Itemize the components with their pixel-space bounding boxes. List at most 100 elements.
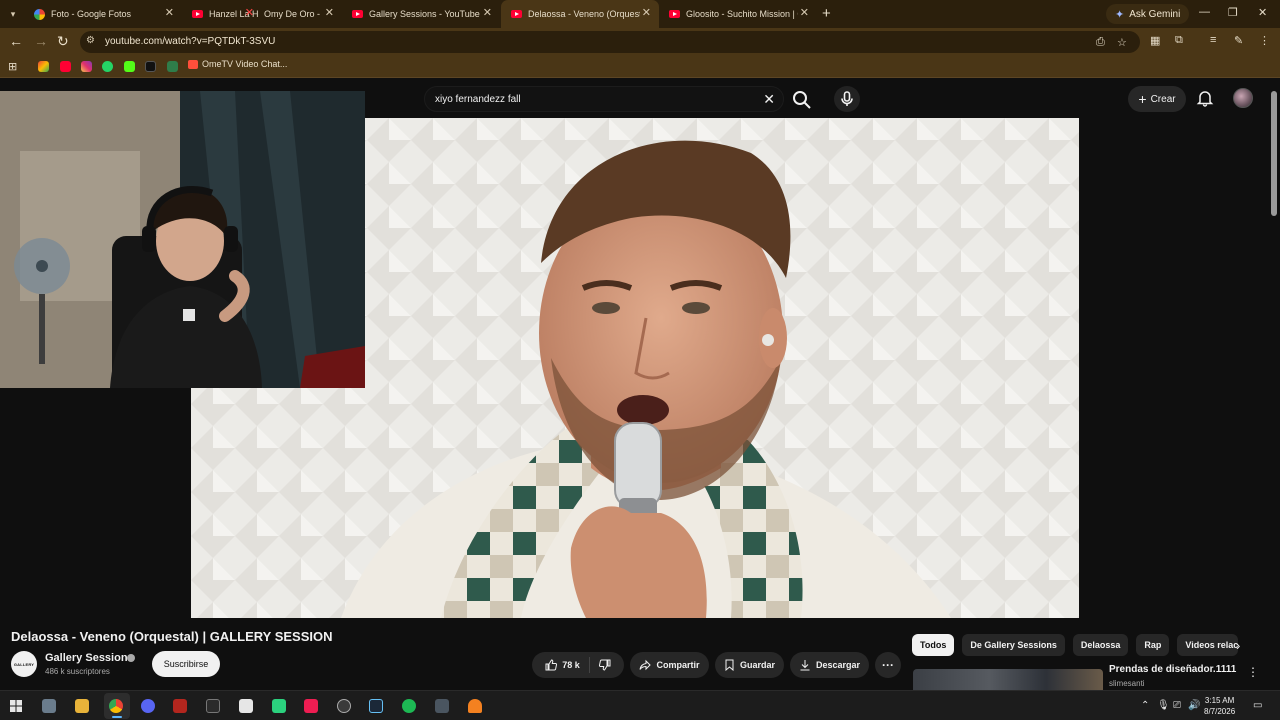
whatsapp-bookmark-icon[interactable] (102, 61, 113, 72)
streamer-facecam (0, 91, 365, 388)
account-avatar[interactable] (1233, 88, 1253, 108)
bookmark-icon[interactable] (167, 61, 178, 72)
recommendation-menu-icon[interactable]: ⋮ (1247, 665, 1259, 679)
subscribe-button[interactable]: Suscribirse (152, 651, 220, 677)
save-button[interactable]: Guardar (715, 652, 784, 678)
page-scrollbar[interactable] (1271, 91, 1277, 216)
gemini-icon: ✦ (1115, 8, 1125, 21)
plus-icon: + (1138, 91, 1147, 107)
extensions-icon[interactable]: ⧉ (1175, 34, 1183, 47)
close-icon[interactable]: ✕ (165, 8, 174, 19)
bookmark-ometv[interactable]: OmeTV Video Chat... (188, 59, 287, 69)
browser-menu-icon[interactable]: ⋮ (1259, 34, 1270, 47)
recommendation-thumbnail[interactable] (913, 669, 1103, 690)
instagram-bookmark-icon[interactable] (81, 61, 92, 72)
tab-title: Omy De Oro - (264, 9, 321, 19)
tiktok-live-icon[interactable] (304, 699, 318, 713)
thumbs-up-icon[interactable] (545, 659, 558, 671)
channel-name[interactable]: Gallery Sessions (45, 652, 134, 664)
restore-button[interactable]: ❐ (1228, 6, 1238, 19)
obs-icon[interactable] (337, 699, 351, 713)
chip-de-gallery-sessions[interactable]: De Gallery Sessions (962, 634, 1065, 656)
tab-hanzel[interactable]: Hanzel La H ✕ (182, 0, 262, 28)
bookmark-icon (725, 659, 734, 671)
bookmarks-bar: ⊞ OmeTV Video Chat... (0, 56, 1280, 78)
system-clock[interactable]: 3:15 AM 8/7/2026 (1204, 695, 1235, 717)
search-query: xiyo fernandezz fall (435, 94, 521, 105)
tiktok-bookmark-icon[interactable] (145, 61, 156, 72)
tray-overflow-icon[interactable]: ⌃ (1141, 700, 1149, 711)
file-explorer-icon[interactable] (75, 699, 89, 713)
steam-icon[interactable] (369, 699, 383, 713)
chrome-icon[interactable] (109, 699, 123, 713)
download-button[interactable]: Descargar (790, 652, 869, 678)
microphone-tray-icon[interactable]: 🎙 (1157, 700, 1170, 711)
capcut-icon[interactable] (239, 699, 253, 713)
close-window-button[interactable]: ✕ (1258, 6, 1267, 19)
chip-delaossa[interactable]: Delaossa (1072, 634, 1129, 656)
close-icon[interactable]: ✕ (483, 8, 492, 19)
bookmark-star-icon[interactable]: ☆ (1117, 36, 1127, 49)
ometv-icon (188, 59, 198, 69)
chip-videos-relacionados[interactable]: Videos relac (1177, 634, 1239, 656)
tab-search-icon[interactable]: ▾ (4, 5, 22, 23)
back-button[interactable]: ← (9, 33, 23, 49)
gmail-bookmark-icon[interactable] (38, 61, 49, 72)
close-icon[interactable]: ✕ (245, 8, 254, 19)
microphone-icon (841, 91, 853, 106)
tab-omy-de-oro[interactable]: Omy De Oro - ✕ (254, 0, 342, 28)
volume-icon[interactable]: 🔊 (1188, 700, 1200, 711)
recommendation-channel[interactable]: slimesanti (1109, 679, 1145, 688)
clear-search-icon[interactable]: ✕ (763, 91, 775, 108)
cloudflare-icon[interactable] (468, 699, 482, 713)
search-icon[interactable] (790, 88, 814, 112)
install-app-icon[interactable]: ⎙ (1096, 36, 1105, 49)
tab-delaossa-veneno[interactable]: Delaossa - Veneno (Orquestal) | ✕ (501, 0, 659, 28)
streamlabs-icon[interactable] (272, 699, 286, 713)
tab-gloosito[interactable]: Gloosito - Suchito Mission | GA ✕ (659, 0, 817, 28)
windows-start-icon[interactable] (10, 700, 22, 712)
game-icon[interactable] (435, 699, 449, 713)
tab-groups-icon[interactable]: ▦ (1150, 34, 1160, 47)
minimize-button[interactable]: — (1199, 6, 1210, 18)
apps-grid-icon[interactable]: ⊞ (8, 60, 17, 73)
site-info-icon[interactable]: ⚙ (86, 35, 95, 46)
related-filter-chips: Todos De Gallery Sessions Delaossa Rap V… (912, 634, 1239, 656)
more-actions-button[interactable]: ··· (875, 652, 901, 678)
download-label: Descargar (815, 660, 861, 670)
voice-search-button[interactable] (834, 86, 860, 112)
tab-gallery-sessions[interactable]: Gallery Sessions - YouTube ✕ (342, 0, 500, 28)
notifications-icon[interactable]: ▭ (1253, 700, 1262, 711)
discord-icon[interactable] (141, 699, 155, 713)
ask-gemini-button[interactable]: ✦ Ask Gemini (1106, 4, 1190, 24)
epic-games-icon[interactable] (206, 699, 220, 713)
forward-button[interactable]: → (34, 33, 48, 49)
chip-todos[interactable]: Todos (912, 634, 955, 656)
thumbs-down-icon[interactable] (598, 659, 611, 671)
task-view-icon[interactable] (42, 699, 56, 713)
address-bar[interactable]: ⚙ youtube.com/watch?v=PQTDkT-3SVU ⎙ ☆ (80, 31, 1140, 53)
network-icon[interactable]: ⎚ (1173, 700, 1181, 711)
youtube-bookmark-icon[interactable] (60, 61, 71, 72)
tab-google-photos[interactable]: Foto - Google Fotos ✕ (24, 0, 182, 28)
like-count[interactable]: 78 k (562, 660, 580, 670)
chip-rap[interactable]: Rap (1136, 634, 1170, 656)
profile-extension-icon[interactable]: ✎ (1234, 34, 1243, 47)
notifications-bell-icon[interactable] (1196, 89, 1214, 107)
voicemod-icon[interactable] (173, 699, 187, 713)
search-input[interactable]: xiyo fernandezz fall ✕ (424, 86, 784, 112)
close-icon[interactable]: ✕ (800, 8, 809, 19)
create-button[interactable]: + Crear (1128, 86, 1186, 112)
reload-button[interactable]: ↻ (57, 33, 69, 50)
spotify-icon[interactable] (402, 699, 416, 713)
chevron-right-icon[interactable]: › (1236, 638, 1240, 653)
video-title: Delaossa - Veneno (Orquestal) | GALLERY … (11, 629, 333, 644)
new-tab-button[interactable]: + (822, 5, 831, 22)
close-icon[interactable]: ✕ (325, 8, 334, 19)
channel-avatar[interactable]: GALLERY (11, 651, 37, 677)
media-controls-icon[interactable]: ≡ (1210, 34, 1216, 46)
recommendation-title[interactable]: Prendas de diseñador.1111 (1109, 664, 1236, 675)
kick-bookmark-icon[interactable] (124, 61, 135, 72)
close-icon[interactable]: ✕ (642, 8, 651, 19)
share-button[interactable]: Compartir (630, 652, 709, 678)
